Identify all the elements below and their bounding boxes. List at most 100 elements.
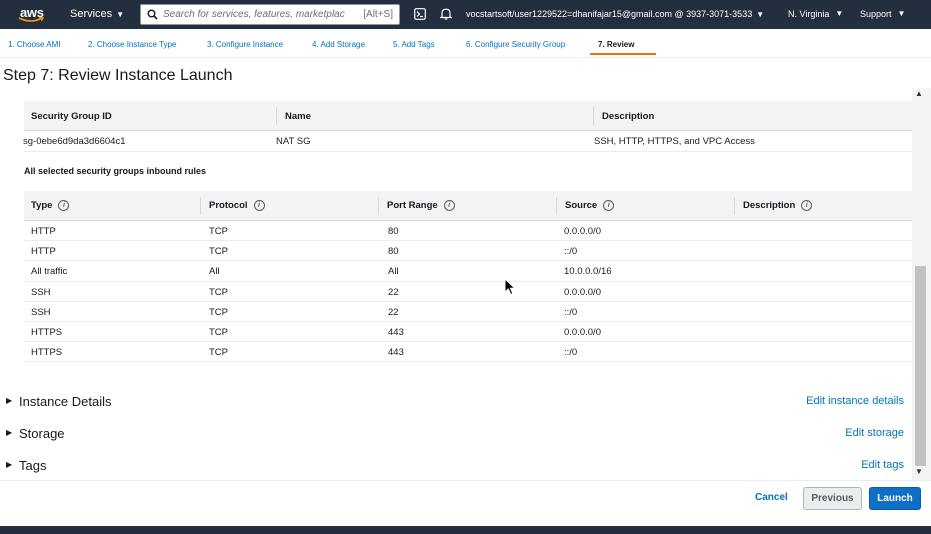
rule-source: ::/0 (564, 347, 578, 359)
rule-protocol: TCP (209, 326, 228, 338)
scroll-down-arrow-icon[interactable]: ▼ (915, 467, 923, 476)
step-choose-ami[interactable]: 1. Choose AMI (8, 40, 60, 49)
step-add-storage[interactable]: 4. Add Storage (312, 40, 365, 49)
security-group-id: sg-0ebe6d9da3d6604c1 (23, 136, 126, 147)
column-divider (734, 197, 735, 215)
table-row: SSH TCP 22 0.0.0.0/0 (24, 282, 912, 302)
column-header[interactable]: Name (285, 111, 311, 122)
launch-button[interactable]: Launch (869, 487, 921, 510)
section-title[interactable]: Storage (19, 426, 65, 441)
bell-icon[interactable] (439, 7, 453, 23)
bottom-bar (0, 526, 931, 534)
inbound-rules-table: Type i Protocol i Port Range i Source i Desc… (24, 191, 912, 363)
column-header-port-range[interactable]: Port Range i (387, 200, 455, 211)
expand-triangle-icon[interactable]: ▶ (6, 428, 12, 437)
expand-triangle-icon[interactable]: ▶ (6, 396, 12, 405)
rule-type: HTTPS (31, 347, 63, 359)
rule-source: 0.0.0.0/0 (564, 226, 601, 237)
column-header-label: Port Range (387, 200, 438, 211)
info-icon[interactable]: i (443, 200, 455, 211)
rule-port-range: All (388, 266, 399, 278)
rule-source: 10.0.0.0/16 (564, 266, 612, 278)
step-configure-instance[interactable]: 3. Configure Instance (207, 40, 283, 49)
step-add-tags[interactable]: 5. Add Tags (393, 40, 435, 49)
rule-type: HTTPS (31, 326, 63, 338)
rule-type: SSH (31, 286, 51, 298)
column-header-protocol[interactable]: Protocol i (209, 200, 265, 211)
account-menu[interactable]: vocstartsoft/user1229522=dhanifajar15@gm… (466, 9, 764, 19)
aws-logo[interactable]: aws (14, 3, 50, 25)
step-review[interactable]: 7. Review (598, 40, 634, 49)
previous-button[interactable]: Previous (803, 487, 862, 510)
rule-source: ::/0 (564, 306, 578, 318)
support-menu[interactable]: Support ▼ (860, 9, 905, 19)
cloudshell-icon[interactable] (414, 8, 426, 23)
edit-instance-details-link[interactable]: Edit instance details (806, 395, 904, 407)
info-icon[interactable]: i (253, 200, 265, 211)
scrollbar-thumb[interactable] (915, 266, 926, 466)
rule-port-range: 443 (388, 326, 404, 338)
column-header-label: Type (31, 200, 53, 211)
column-header[interactable]: Description (602, 111, 654, 122)
table-row: All traffic All All 10.0.0.0/16 (24, 261, 912, 282)
caret-down-icon: ▼ (835, 9, 844, 18)
table-row: HTTPS TCP 443 ::/0 (24, 342, 912, 363)
rule-type: HTTP (31, 226, 56, 237)
table-row: SSH TCP 22 ::/0 (24, 302, 912, 322)
rule-protocol: TCP (209, 306, 228, 318)
rule-port-range: 443 (388, 347, 404, 359)
section-tags: ▶ Tags Edit tags (0, 456, 912, 476)
column-header-source[interactable]: Source i (565, 200, 615, 211)
scroll-up-arrow-icon[interactable]: ▲ (915, 89, 923, 98)
cancel-button[interactable]: Cancel (755, 492, 788, 503)
rule-protocol: All (209, 266, 220, 278)
table-row: HTTP TCP 80 0.0.0.0/0 (24, 221, 912, 242)
column-divider (200, 197, 201, 215)
rule-port-range: 80 (388, 226, 399, 237)
column-header-description[interactable]: Description i (743, 200, 813, 211)
rule-port-range: 22 (388, 286, 399, 298)
rule-type: SSH (31, 306, 51, 318)
column-divider (593, 107, 594, 125)
account-label: vocstartsoft/user1229522=dhanifajar15@gm… (466, 9, 753, 19)
column-divider (556, 197, 557, 215)
column-header-type[interactable]: Type i (31, 200, 70, 211)
expand-triangle-icon[interactable]: ▶ (6, 460, 12, 469)
table-row: HTTP TCP 80 ::/0 (24, 241, 912, 262)
section-title[interactable]: Instance Details (19, 394, 112, 409)
edit-storage-link[interactable]: Edit storage (845, 427, 904, 439)
mouse-cursor-icon (504, 278, 516, 296)
search-input[interactable] (163, 9, 364, 20)
table-header: Type i Protocol i Port Range i Source i Desc… (24, 191, 912, 221)
services-menu[interactable]: Services ▼ (70, 8, 124, 20)
column-divider (276, 107, 277, 125)
global-search[interactable]: [Alt+S] (140, 4, 400, 25)
column-header-label: Protocol (209, 200, 248, 211)
section-title[interactable]: Tags (19, 458, 46, 473)
edit-tags-link[interactable]: Edit tags (861, 459, 904, 471)
rule-protocol: TCP (209, 246, 228, 258)
table-header: Security Group ID Name Description (24, 101, 912, 131)
column-header[interactable]: Security Group ID (31, 111, 112, 122)
region-label: N. Virginia (788, 9, 830, 19)
rule-source: 0.0.0.0/0 (564, 326, 601, 338)
region-selector[interactable]: N. Virginia ▼ (788, 9, 843, 19)
column-header-label: Description (743, 200, 796, 211)
rule-source: 0.0.0.0/0 (564, 286, 601, 298)
table-row: sg-0ebe6d9da3d6604c1 NAT SG SSH, HTTP, H… (23, 131, 912, 152)
services-label: Services (70, 8, 113, 20)
section-instance-details: ▶ Instance Details Edit instance details (0, 392, 912, 412)
step-configure-security-group[interactable]: 6. Configure Security Group (466, 40, 565, 49)
table-row: HTTPS TCP 443 0.0.0.0/0 (24, 322, 912, 343)
column-header-label: Source (565, 200, 598, 211)
rule-port-range: 22 (388, 306, 399, 318)
info-icon[interactable]: i (801, 200, 813, 211)
step-choose-instance-type[interactable]: 2. Choose Instance Type (88, 40, 176, 49)
info-icon[interactable]: i (603, 200, 615, 211)
page-title: Step 7: Review Instance Launch (3, 67, 233, 84)
footer-divider (0, 480, 931, 481)
rule-port-range: 80 (388, 246, 399, 258)
active-step-indicator (590, 53, 656, 55)
rule-protocol: TCP (209, 347, 228, 359)
info-icon[interactable]: i (58, 200, 70, 211)
